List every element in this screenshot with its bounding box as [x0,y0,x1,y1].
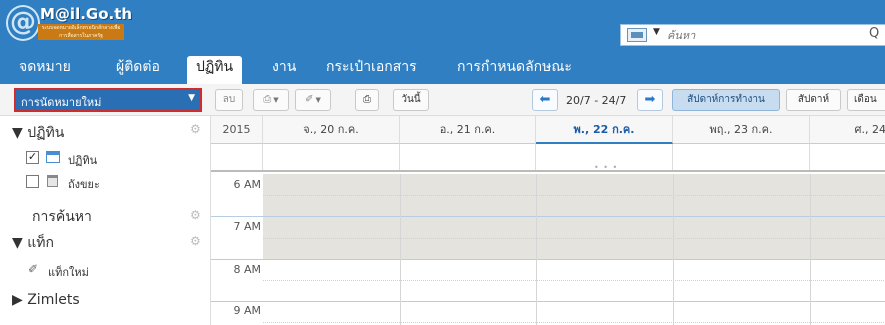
all-day-cell[interactable] [400,144,536,170]
gear-icon[interactable]: ⚙ [190,234,201,248]
week-view-button[interactable]: สัปดาห์ [786,89,841,111]
chevron-down-icon[interactable]: ▼ [188,93,195,103]
day-header-today[interactable]: พ., 22 ก.ค. [536,116,673,144]
tag-icon: ✐ [305,94,314,105]
app-logo[interactable]: @ M@il.Go.th ระบบจดหมายอิเล็กทรอนิกส์กลา… [6,5,132,45]
new-tag-link[interactable]: แท็กใหม่ [48,263,89,281]
column-divider [810,174,811,325]
tab-contacts[interactable]: ผู้ติดต่อ [107,56,169,84]
day-header[interactable]: อ., 21 ก.ค. [400,116,536,144]
new-appointment-label: การนัดหมายใหม่ [21,96,102,109]
app-header: @ M@il.Go.th ระบบจดหมายอิเล็กทรอนิกส์กลา… [0,0,885,56]
next-arrow-icon[interactable]: ➡ [637,89,663,111]
previous-arrow-icon[interactable]: ⬅ [532,89,558,111]
new-appointment-button[interactable]: การนัดหมายใหม่ ▼ [14,88,202,112]
tab-calendar[interactable]: ปฏิทิน [187,56,243,84]
day-header[interactable]: จ., 20 ก.ค. [263,116,400,144]
sidebar-item-trash[interactable]: ถังขยะ [68,175,100,193]
calendar-section-label: ปฏิทิน [27,125,65,141]
tab-tasks[interactable]: งาน [263,56,305,84]
all-day-cell[interactable] [810,144,885,170]
gear-icon[interactable]: ⚙ [190,122,201,136]
column-divider [536,174,537,325]
all-day-cell[interactable]: • • • [536,144,673,172]
hour-line [211,216,885,217]
gear-icon[interactable]: ⚙ [190,208,201,222]
calendar-icon [46,151,60,163]
tag-button[interactable]: ✐ ▼ [295,89,331,111]
tags-section-header[interactable]: ▼ แท็ก [12,232,54,254]
hour-line [211,259,885,260]
calendar-section-header[interactable]: ▼ ปฏิทิน [12,122,64,144]
search-input[interactable] [667,27,857,43]
tab-preferences[interactable]: การกำหนดลักษณะ [448,56,581,84]
print-button[interactable]: ⎙ [355,89,379,111]
today-button[interactable]: วันนี้ [393,89,429,111]
time-grid[interactable] [211,174,885,325]
chevron-down-icon[interactable]: ▼ [653,27,660,37]
tab-briefcase[interactable]: กระเป๋าเอกสาร [317,56,426,84]
time-label: 8 AM [233,263,261,276]
month-view-button[interactable]: เดือน [847,89,885,111]
year-label: 2015 [211,116,263,144]
search-box: ▼ Q [620,24,885,46]
column-divider [400,174,401,325]
chevron-down-icon: ▼ [315,96,321,104]
app-tabs: จดหมาย ผู้ติดต่อ ปฏิทิน งาน กระเป๋าเอกสา… [0,56,885,84]
all-day-gutter [211,144,263,170]
sidebar-item-calendar[interactable]: ปฏิทิน [68,151,97,169]
all-day-cell[interactable] [673,144,810,170]
search-section-header[interactable]: การค้นหา [32,206,92,228]
day-header[interactable]: ศ., 24 [810,116,885,144]
date-range: 20/7 - 24/7 [566,94,627,107]
search-icon[interactable]: Q [869,26,879,41]
toolbar: การนัดหมายใหม่ ▼ ลบ ⎙ ▼ ✐ ▼ ⎙ วันนี้ ⬅ 20/… [0,84,885,116]
logo-tagline: ระบบจดหมายอิเล็กทรอนิกส์กลางเพื่อการสื่อ… [38,24,124,40]
half-hour-line [263,238,885,239]
collapse-icon: ▼ [12,235,28,251]
all-day-cell[interactable] [263,144,400,170]
time-label: 7 AM [233,220,261,233]
tags-section-label: แท็ก [27,235,54,251]
calendar-icon[interactable] [627,28,647,42]
time-label: 6 AM [233,178,261,191]
trash-checkbox[interactable] [26,175,39,188]
expand-icon: ▶ [12,292,28,308]
collapse-icon: ▼ [12,125,28,141]
move-button[interactable]: ⎙ ▼ [253,89,289,111]
logo-name: M@il.Go.th [40,5,133,23]
hour-line [211,301,885,302]
trash-icon [47,175,58,187]
half-hour-line [263,195,885,196]
tag-icon: ✐ [28,262,39,276]
zimlets-label: Zimlets [27,292,80,308]
time-label: 9 AM [233,304,261,317]
column-divider [673,174,674,325]
sidebar: ▼ ปฏิทิน ⚙ ✓ ปฏิทิน ถังขยะ การค้นหา ⚙ ▼ … [0,116,210,325]
delete-button[interactable]: ลบ [215,89,243,111]
printer-icon: ⎙ [363,94,371,105]
zimlets-section-header[interactable]: ▶ Zimlets [12,292,80,308]
day-header[interactable]: พฤ., 23 ก.ค. [673,116,810,144]
logo-at-symbol: @ [6,5,40,41]
work-week-view-button[interactable]: สัปดาห์การทำงาน [672,89,780,111]
chevron-down-icon: ▼ [273,96,279,104]
half-hour-line [263,322,885,323]
all-day-row: • • • [211,144,885,172]
tab-mail[interactable]: จดหมาย [10,56,80,84]
calendar-checkbox[interactable]: ✓ [26,151,39,164]
move-icon: ⎙ [263,94,272,105]
half-hour-line [263,280,885,281]
calendar-view: 2015 จ., 20 ก.ค. อ., 21 ก.ค. พ., 22 ก.ค.… [210,116,885,325]
drag-handle-icon[interactable]: • • • [594,163,618,172]
